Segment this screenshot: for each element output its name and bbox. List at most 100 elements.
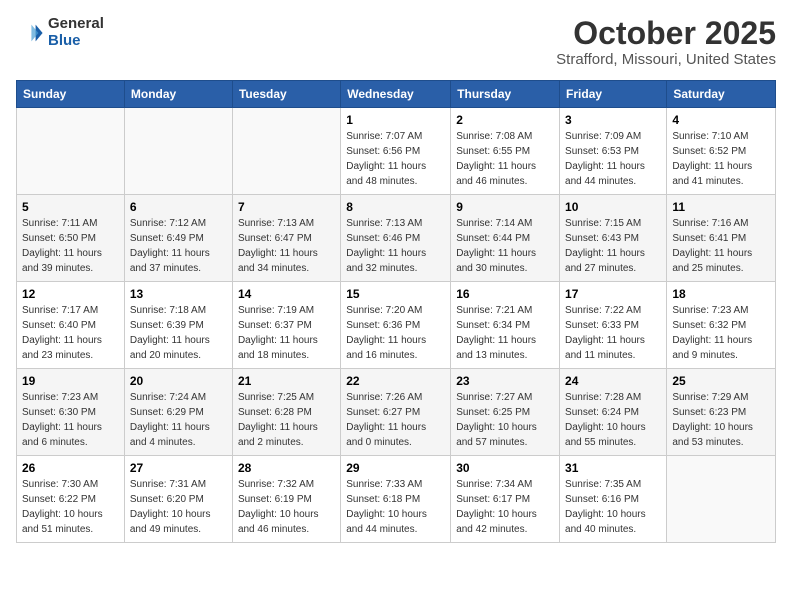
day-detail: Sunrise: 7:13 AM Sunset: 6:46 PM Dayligh… [346,218,426,274]
day-number: 27 [130,461,227,475]
logo-general: General [48,16,104,33]
day-detail: Sunrise: 7:19 AM Sunset: 6:37 PM Dayligh… [238,305,318,361]
calendar-cell: 21Sunrise: 7:25 AM Sunset: 6:28 PM Dayli… [232,369,340,456]
day-number: 10 [565,200,661,214]
day-detail: Sunrise: 7:14 AM Sunset: 6:44 PM Dayligh… [456,218,536,274]
day-detail: Sunrise: 7:07 AM Sunset: 6:56 PM Dayligh… [346,131,426,187]
header-tuesday: Tuesday [232,81,340,108]
day-number: 11 [672,200,770,214]
day-detail: Sunrise: 7:16 AM Sunset: 6:41 PM Dayligh… [672,218,752,274]
header-friday: Friday [560,81,667,108]
day-number: 24 [565,374,661,388]
day-number: 8 [346,200,445,214]
day-detail: Sunrise: 7:17 AM Sunset: 6:40 PM Dayligh… [22,305,102,361]
calendar-cell: 19 Sunrise: 7:23 AM Sunset: 6:30 PM Dayli… [17,369,125,456]
day-detail: Sunrise: 7:34 AM Sunset: 6:17 PM Dayligh… [456,479,537,535]
day-detail: Sunrise: 7:35 AM Sunset: 6:16 PM Dayligh… [565,479,646,535]
title-block: October 2025 Strafford, Missouri, United… [556,16,776,68]
calendar-cell: 6 Sunrise: 7:12 AM Sunset: 6:49 PM Daylig… [124,195,232,282]
calendar-cell: 26 Sunrise: 7:30 AM Sunset: 6:22 PM Dayli… [17,456,125,543]
calendar-cell: 3Sunrise: 7:09 AM Sunset: 6:53 PM Daylig… [560,108,667,195]
calendar-cell: 5Sunrise: 7:11 AM Sunset: 6:50 PM Daylig… [17,195,125,282]
day-detail: Sunrise: 7:33 AM Sunset: 6:18 PM Dayligh… [346,479,427,535]
calendar-cell: 1Sunrise: 7:07 AM Sunset: 6:56 PM Daylig… [341,108,451,195]
day-detail: Sunrise: 7:20 AM Sunset: 6:36 PM Dayligh… [346,305,426,361]
calendar-cell: 9 Sunrise: 7:14 AM Sunset: 6:44 PM Daylig… [451,195,560,282]
day-number: 9 [456,200,554,214]
day-detail: Sunrise: 7:25 AM Sunset: 6:28 PM Dayligh… [238,392,318,448]
logo-icon [16,19,44,47]
logo: General Blue [16,16,104,49]
calendar-cell [17,108,125,195]
day-detail: Sunrise: 7:23 AM Sunset: 6:30 PM Dayligh… [22,392,102,448]
day-number: 31 [565,461,661,475]
calendar-cell: 31 Sunrise: 7:35 AM Sunset: 6:16 PM Dayli… [560,456,667,543]
calendar-week-3: 12 Sunrise: 7:17 AM Sunset: 6:40 PM Dayli… [17,282,776,369]
calendar-cell [232,108,340,195]
day-detail: Sunrise: 7:23 AM Sunset: 6:32 PM Dayligh… [672,305,752,361]
day-detail: Sunrise: 7:08 AM Sunset: 6:55 PM Dayligh… [456,131,536,187]
calendar-cell: 14Sunrise: 7:19 AM Sunset: 6:37 PM Dayli… [232,282,340,369]
day-detail: Sunrise: 7:24 AM Sunset: 6:29 PM Dayligh… [130,392,210,448]
calendar-cell: 25 Sunrise: 7:29 AM Sunset: 6:23 PM Dayli… [667,369,776,456]
day-detail: Sunrise: 7:30 AM Sunset: 6:22 PM Dayligh… [22,479,103,535]
calendar-cell: 10 Sunrise: 7:15 AM Sunset: 6:43 PM Dayli… [560,195,667,282]
header-wednesday: Wednesday [341,81,451,108]
page-header: General Blue October 2025 Strafford, Mis… [16,16,776,68]
calendar-cell: 24Sunrise: 7:28 AM Sunset: 6:24 PM Dayli… [560,369,667,456]
day-number: 12 [22,287,119,301]
header-saturday: Saturday [667,81,776,108]
day-detail: Sunrise: 7:12 AM Sunset: 6:49 PM Dayligh… [130,218,210,274]
day-number: 29 [346,461,445,475]
calendar-cell: 4 Sunrise: 7:10 AM Sunset: 6:52 PM Daylig… [667,108,776,195]
calendar-cell: 18 Sunrise: 7:23 AM Sunset: 6:32 PM Dayli… [667,282,776,369]
calendar-cell: 15 Sunrise: 7:20 AM Sunset: 6:36 PM Dayli… [341,282,451,369]
day-number: 6 [130,200,227,214]
day-number: 18 [672,287,770,301]
calendar-cell: 7 Sunrise: 7:13 AM Sunset: 6:47 PM Daylig… [232,195,340,282]
logo-text: General Blue [48,16,104,49]
day-detail: Sunrise: 7:26 AM Sunset: 6:27 PM Dayligh… [346,392,426,448]
day-number: 28 [238,461,335,475]
calendar-cell: 12 Sunrise: 7:17 AM Sunset: 6:40 PM Dayli… [17,282,125,369]
calendar-header-row: SundayMondayTuesdayWednesdayThursdayFrid… [17,81,776,108]
day-number: 26 [22,461,119,475]
calendar-cell: 20Sunrise: 7:24 AM Sunset: 6:29 PM Dayli… [124,369,232,456]
calendar-cell: 13Sunrise: 7:18 AM Sunset: 6:39 PM Dayli… [124,282,232,369]
header-sunday: Sunday [17,81,125,108]
calendar-cell [124,108,232,195]
calendar-cell: 16 Sunrise: 7:21 AM Sunset: 6:34 PM Dayli… [451,282,560,369]
day-number: 7 [238,200,335,214]
day-number: 25 [672,374,770,388]
day-number: 4 [672,113,770,127]
day-detail: Sunrise: 7:15 AM Sunset: 6:43 PM Dayligh… [565,218,645,274]
day-detail: Sunrise: 7:31 AM Sunset: 6:20 PM Dayligh… [130,479,211,535]
day-detail: Sunrise: 7:29 AM Sunset: 6:23 PM Dayligh… [672,392,753,448]
day-number: 13 [130,287,227,301]
day-detail: Sunrise: 7:22 AM Sunset: 6:33 PM Dayligh… [565,305,645,361]
day-number: 19 [22,374,119,388]
calendar-cell: 29 Sunrise: 7:33 AM Sunset: 6:18 PM Dayli… [341,456,451,543]
day-detail: Sunrise: 7:27 AM Sunset: 6:25 PM Dayligh… [456,392,537,448]
calendar-cell: 28Sunrise: 7:32 AM Sunset: 6:19 PM Dayli… [232,456,340,543]
day-detail: Sunrise: 7:13 AM Sunset: 6:47 PM Dayligh… [238,218,318,274]
day-number: 15 [346,287,445,301]
calendar-cell: 30 Sunrise: 7:34 AM Sunset: 6:17 PM Dayli… [451,456,560,543]
day-detail: Sunrise: 7:09 AM Sunset: 6:53 PM Dayligh… [565,131,645,187]
day-detail: Sunrise: 7:10 AM Sunset: 6:52 PM Dayligh… [672,131,752,187]
calendar-week-2: 5Sunrise: 7:11 AM Sunset: 6:50 PM Daylig… [17,195,776,282]
calendar-cell: 23 Sunrise: 7:27 AM Sunset: 6:25 PM Dayli… [451,369,560,456]
header-thursday: Thursday [451,81,560,108]
logo-blue: Blue [48,33,104,50]
day-number: 23 [456,374,554,388]
day-detail: Sunrise: 7:21 AM Sunset: 6:34 PM Dayligh… [456,305,536,361]
calendar-week-4: 19 Sunrise: 7:23 AM Sunset: 6:30 PM Dayli… [17,369,776,456]
calendar-cell [667,456,776,543]
day-number: 16 [456,287,554,301]
calendar-cell: 11 Sunrise: 7:16 AM Sunset: 6:41 PM Dayli… [667,195,776,282]
day-number: 5 [22,200,119,214]
day-number: 22 [346,374,445,388]
calendar-week-1: 1Sunrise: 7:07 AM Sunset: 6:56 PM Daylig… [17,108,776,195]
location: Strafford, Missouri, United States [556,51,776,68]
day-number: 30 [456,461,554,475]
